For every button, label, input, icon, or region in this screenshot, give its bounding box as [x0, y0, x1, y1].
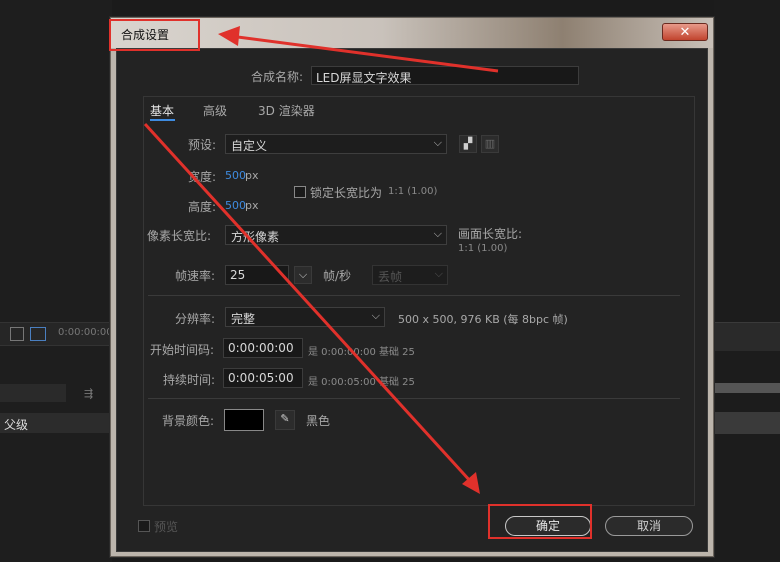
- annotation-arrow-to-title: [229, 34, 499, 73]
- annotation-arrows: [143, 26, 499, 494]
- annotation-arrow-to-ok: [143, 122, 474, 485]
- annotation-arrowhead-title: [218, 26, 240, 46]
